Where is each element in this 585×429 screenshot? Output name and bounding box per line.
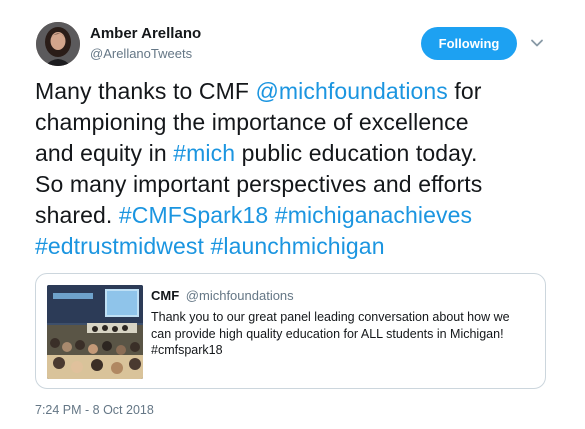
tweet-text-line: and equity in #mich public education tod… <box>35 138 555 169</box>
author-handle[interactable]: @ArellanoTweets <box>90 46 192 61</box>
hashtag-link[interactable]: #michiganachieves <box>275 202 472 228</box>
quoted-tweet[interactable]: CMF @michfoundations Thank you to our gr… <box>35 273 546 389</box>
quoted-tweet-header: CMF @michfoundations <box>151 288 294 303</box>
author-name[interactable]: Amber Arellano <box>90 25 201 42</box>
chevron-down-icon[interactable] <box>530 36 544 50</box>
tweet-text-segment: and equity in <box>35 140 174 166</box>
tweet-timestamp[interactable]: 7:24 PM - 8 Oct 2018 <box>35 403 154 417</box>
tweet-text-segment: Many thanks to CMF <box>35 78 256 104</box>
quoted-text-line: #cmfspark18 <box>151 343 223 357</box>
hashtag-link[interactable]: #mich <box>173 140 235 166</box>
hashtag-link[interactable]: #launchmichigan <box>210 233 384 259</box>
tweet-text-line: Many thanks to CMF @michfoundations for <box>35 76 555 107</box>
tweet-text: Many thanks to CMF @michfoundations for c… <box>35 76 555 262</box>
tweet-text-line: shared. #CMFSpark18 #michiganachieves <box>35 200 555 231</box>
author-avatar[interactable] <box>36 22 80 66</box>
tweet-text-segment: for <box>447 78 482 104</box>
hashtag-link[interactable]: #CMFSpark18 <box>119 202 268 228</box>
tweet-text-segment: public education today. <box>235 140 478 166</box>
tweet-text-segment: So many important perspectives and effor… <box>35 171 483 197</box>
conference-panel-photo-icon <box>47 285 143 379</box>
hashtag-link[interactable]: #edtrustmidwest <box>35 233 204 259</box>
tweet-text-line: championing the importance of excellence <box>35 107 555 138</box>
quoted-tweet-text: Thank you to our great panel leading con… <box>151 309 536 359</box>
quoted-text-line: Thank you to our great panel leading con… <box>151 310 510 324</box>
tweet-text-line: So many important perspectives and effor… <box>35 169 555 200</box>
profile-photo-icon <box>36 22 80 66</box>
tweet-card: Amber Arellano @ArellanoTweets Following… <box>0 0 585 429</box>
tweet-text-segment: championing the importance of excellence <box>35 109 469 135</box>
quoted-text-line: can provide high quality education for A… <box>151 326 504 341</box>
quoted-author-handle: @michfoundations <box>185 288 294 303</box>
tweet-text-line: #edtrustmidwest #launchmichigan <box>35 231 555 262</box>
following-button[interactable]: Following <box>421 27 517 60</box>
quoted-author-name: CMF <box>151 288 180 303</box>
tweet-text-segment: shared. <box>35 202 119 228</box>
mention-link[interactable]: @michfoundations <box>255 78 447 104</box>
